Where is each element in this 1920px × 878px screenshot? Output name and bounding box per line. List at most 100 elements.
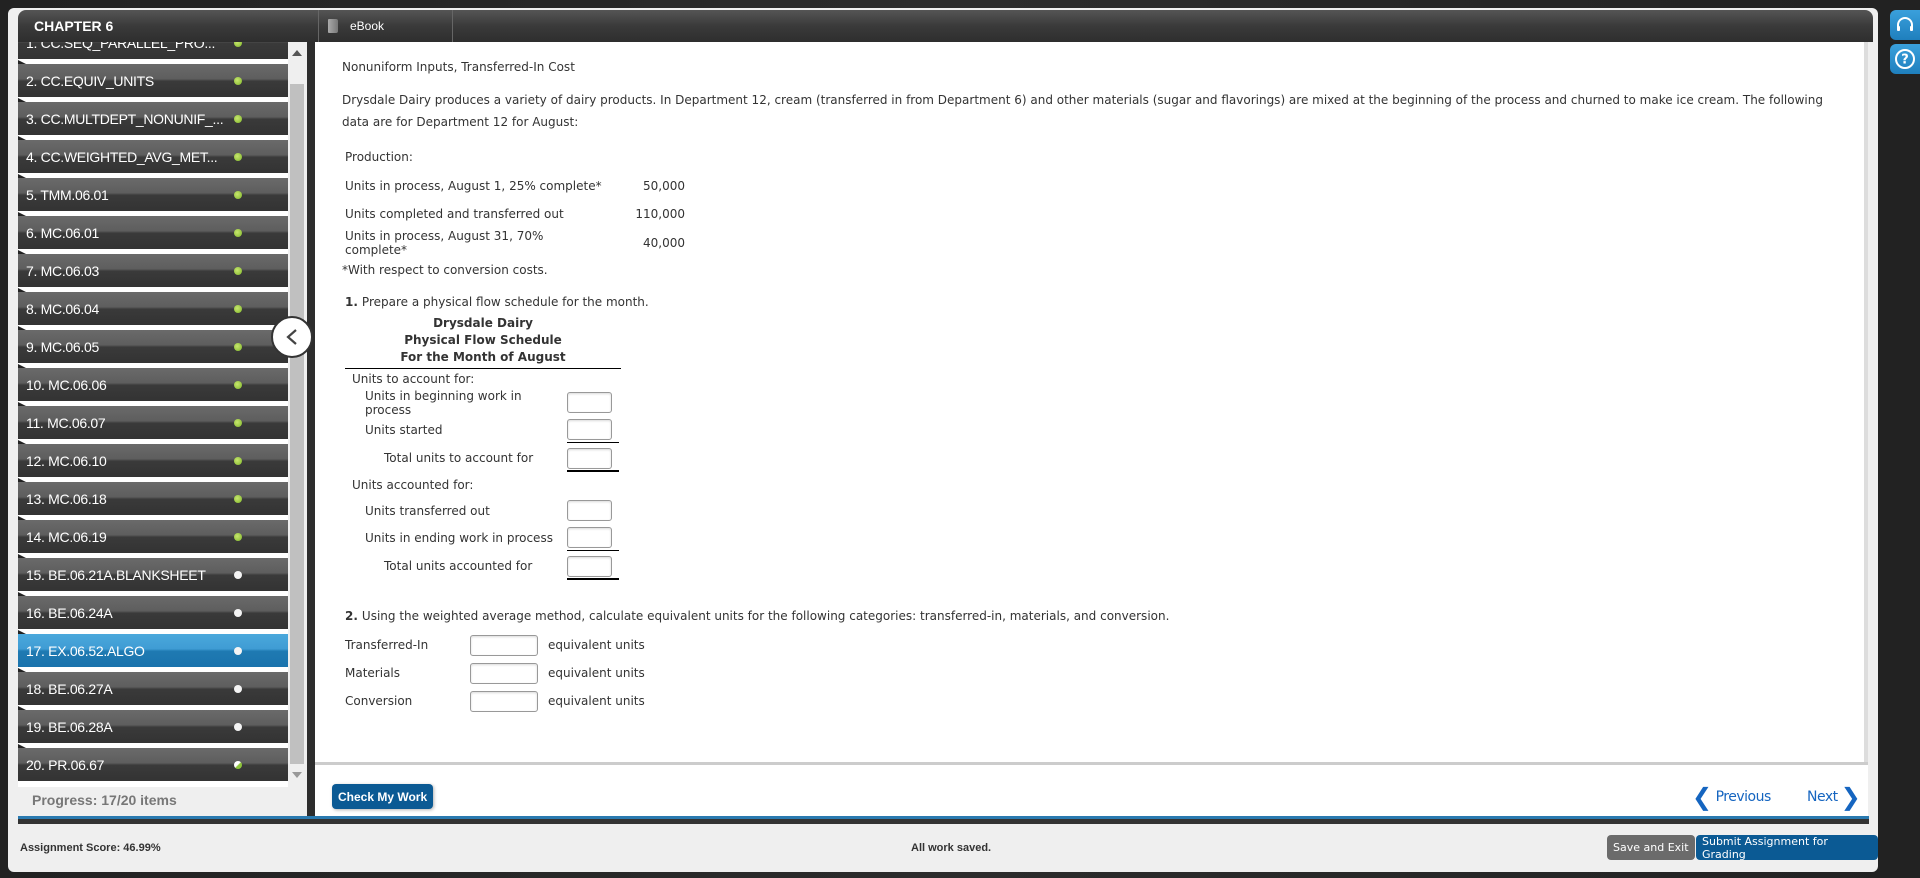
help-icon: ?	[1895, 49, 1915, 69]
item-tab-corner	[18, 60, 26, 64]
item-tab-corner	[18, 706, 26, 710]
partial-status-icon	[234, 760, 242, 769]
sidebar-item-label: 8. MC.06.04	[26, 300, 99, 317]
check-status-icon	[234, 494, 242, 503]
ebook-tab[interactable]: eBook	[320, 10, 452, 42]
assignment-sidebar: 1. CC.SEQ_PARALLEL_PRO... 2. CC.EQUIV_UNI…	[18, 42, 312, 818]
save-status: All work saved.	[911, 842, 992, 854]
item-tab-corner	[18, 288, 26, 292]
ending-wip-input[interactable]	[567, 527, 612, 548]
sidebar-item-label: 2. CC.EQUIV_UNITS	[26, 72, 154, 89]
item-tab-corner	[18, 478, 26, 482]
sidebar-item-label: 1. CC.SEQ_PARALLEL_PRO...	[26, 42, 216, 51]
support-button[interactable]	[1890, 10, 1920, 40]
check-status-icon	[234, 42, 242, 47]
sidebar-item[interactable]: 11. MC.06.07	[18, 402, 288, 439]
sidebar-item[interactable]: 1. CC.SEQ_PARALLEL_PRO...	[18, 42, 288, 59]
chevron-right-icon: ❯	[1840, 783, 1861, 811]
sidebar-item[interactable]: 2. CC.EQUIV_UNITS	[18, 60, 288, 97]
previous-button[interactable]: ❮ Previous	[1692, 783, 1771, 811]
sidebar-item[interactable]: 16. BE.06.24A	[18, 592, 288, 629]
accounted-header: Units accounted for:	[352, 478, 474, 492]
sidebar-item[interactable]: 13. MC.06.18	[18, 478, 288, 515]
help-button[interactable]: ?	[1890, 44, 1920, 74]
sidebar-item[interactable]: 6. MC.06.01	[18, 212, 288, 249]
sidebar-item[interactable]: 8. MC.06.04	[18, 288, 288, 325]
chevron-left-icon	[286, 329, 297, 345]
question-2-text: Using the weighted average method, calcu…	[361, 609, 1170, 623]
incomplete-status-icon	[234, 684, 242, 693]
total-line	[567, 578, 619, 580]
svg-text:?: ?	[1901, 53, 1909, 68]
sidebar-item[interactable]: 15. BE.06.21A.BLANKSHEET	[18, 554, 288, 591]
sidebar-item[interactable]: 9. MC.06.05	[18, 326, 288, 363]
production-table: Production: Units in process, August 1, …	[342, 143, 1842, 257]
sidebar-item[interactable]: 18. BE.06.27A	[18, 668, 288, 705]
sidebar-item-label: 16. BE.06.24A	[26, 604, 113, 621]
check-status-icon	[234, 114, 242, 123]
transferred-in-input[interactable]	[470, 634, 538, 656]
total-line	[567, 470, 619, 472]
sidebar-item-label: 19. BE.06.28A	[26, 718, 113, 735]
next-button[interactable]: Next ❯	[1807, 783, 1861, 811]
check-status-icon	[234, 228, 242, 237]
sidebar-item-label: 17. EX.06.52.ALGO	[26, 642, 145, 659]
question-footer: Check My Work ❮ Previous Next ❯	[315, 762, 1868, 818]
sidebar-item[interactable]: 3. CC.MULTDEPT_NONUNIF_...	[18, 98, 288, 135]
units-started-input[interactable]	[567, 419, 612, 440]
total-accounted-input[interactable]	[567, 555, 612, 577]
total-to-account-input[interactable]	[567, 447, 612, 469]
scroll-down-arrow-icon[interactable]	[292, 772, 302, 778]
schedule-period: For the Month of August	[400, 350, 566, 364]
beginning-wip-input[interactable]	[567, 392, 612, 413]
book-icon	[328, 19, 338, 33]
chapter-title: CHAPTER 6	[34, 18, 114, 34]
sidebar-item[interactable]: 5. TMM.06.01	[18, 174, 288, 211]
sidebar-item[interactable]: 19. BE.06.28A	[18, 706, 288, 743]
check-status-icon	[234, 342, 242, 351]
check-status-icon	[234, 418, 242, 427]
top-bar: CHAPTER 6 eBook	[18, 10, 1873, 42]
schedule-title: Physical Flow Schedule	[404, 333, 562, 347]
sidebar-item[interactable]: 17. EX.06.52.ALGO	[18, 630, 288, 667]
sidebar-item[interactable]: 20. PR.06.67	[18, 744, 288, 781]
materials-input[interactable]	[470, 662, 538, 684]
sidebar-item[interactable]: 4. CC.WEIGHTED_AVG_MET...	[18, 136, 288, 173]
equivalent-units-row: Conversion equivalent units	[342, 687, 1842, 715]
scroll-up-arrow-icon[interactable]	[292, 50, 302, 56]
check-my-work-button[interactable]: Check My Work	[332, 784, 434, 809]
item-tab-corner	[18, 174, 26, 178]
item-tab-corner	[18, 516, 26, 520]
progress-text: Progress: 17/20 items	[32, 792, 177, 808]
check-status-icon	[234, 532, 242, 541]
sidebar-item[interactable]: 12. MC.06.10	[18, 440, 288, 477]
problem-intro: Drysdale Dairy produces a variety of dai…	[342, 93, 1823, 129]
problem-title: Nonuniform Inputs, Transferred-In Cost	[342, 60, 575, 74]
scroll-thumb[interactable]	[290, 84, 304, 764]
sidebar-item-label: 7. MC.06.03	[26, 262, 99, 279]
equivalent-units-row: Transferred-In equivalent units	[342, 631, 1842, 659]
sidebar-item[interactable]: 10. MC.06.06	[18, 364, 288, 401]
item-tab-corner	[18, 554, 26, 558]
sidebar-item-label: 3. CC.MULTDEPT_NONUNIF_...	[26, 110, 224, 127]
collapse-sidebar-button[interactable]	[271, 316, 313, 358]
check-status-icon	[234, 304, 242, 313]
conversion-input[interactable]	[470, 690, 538, 712]
equivalent-units-row: Materials equivalent units	[342, 659, 1842, 687]
production-row: Units in process, August 1, 25% complete…	[345, 178, 685, 193]
item-tab-corner	[18, 744, 26, 748]
incomplete-status-icon	[234, 608, 242, 617]
sidebar-item[interactable]: 7. MC.06.03	[18, 250, 288, 287]
save-and-exit-button[interactable]: Save and Exit	[1607, 835, 1695, 860]
sidebar-item[interactable]: 14. MC.06.19	[18, 516, 288, 553]
sidebar-scrollbar[interactable]	[288, 42, 306, 787]
sidebar-item-label: 20. PR.06.67	[26, 756, 105, 773]
transferred-out-input[interactable]	[567, 500, 612, 521]
question-1: 1. Prepare a physical flow schedule for t…	[345, 295, 649, 309]
incomplete-status-icon	[234, 570, 242, 579]
submit-assignment-button[interactable]: Submit Assignment for Grading	[1696, 835, 1878, 861]
assignment-score: Assignment Score: 46.99%	[20, 842, 161, 854]
check-status-icon	[234, 190, 242, 199]
check-status-icon	[234, 456, 242, 465]
check-status-icon	[234, 266, 242, 275]
